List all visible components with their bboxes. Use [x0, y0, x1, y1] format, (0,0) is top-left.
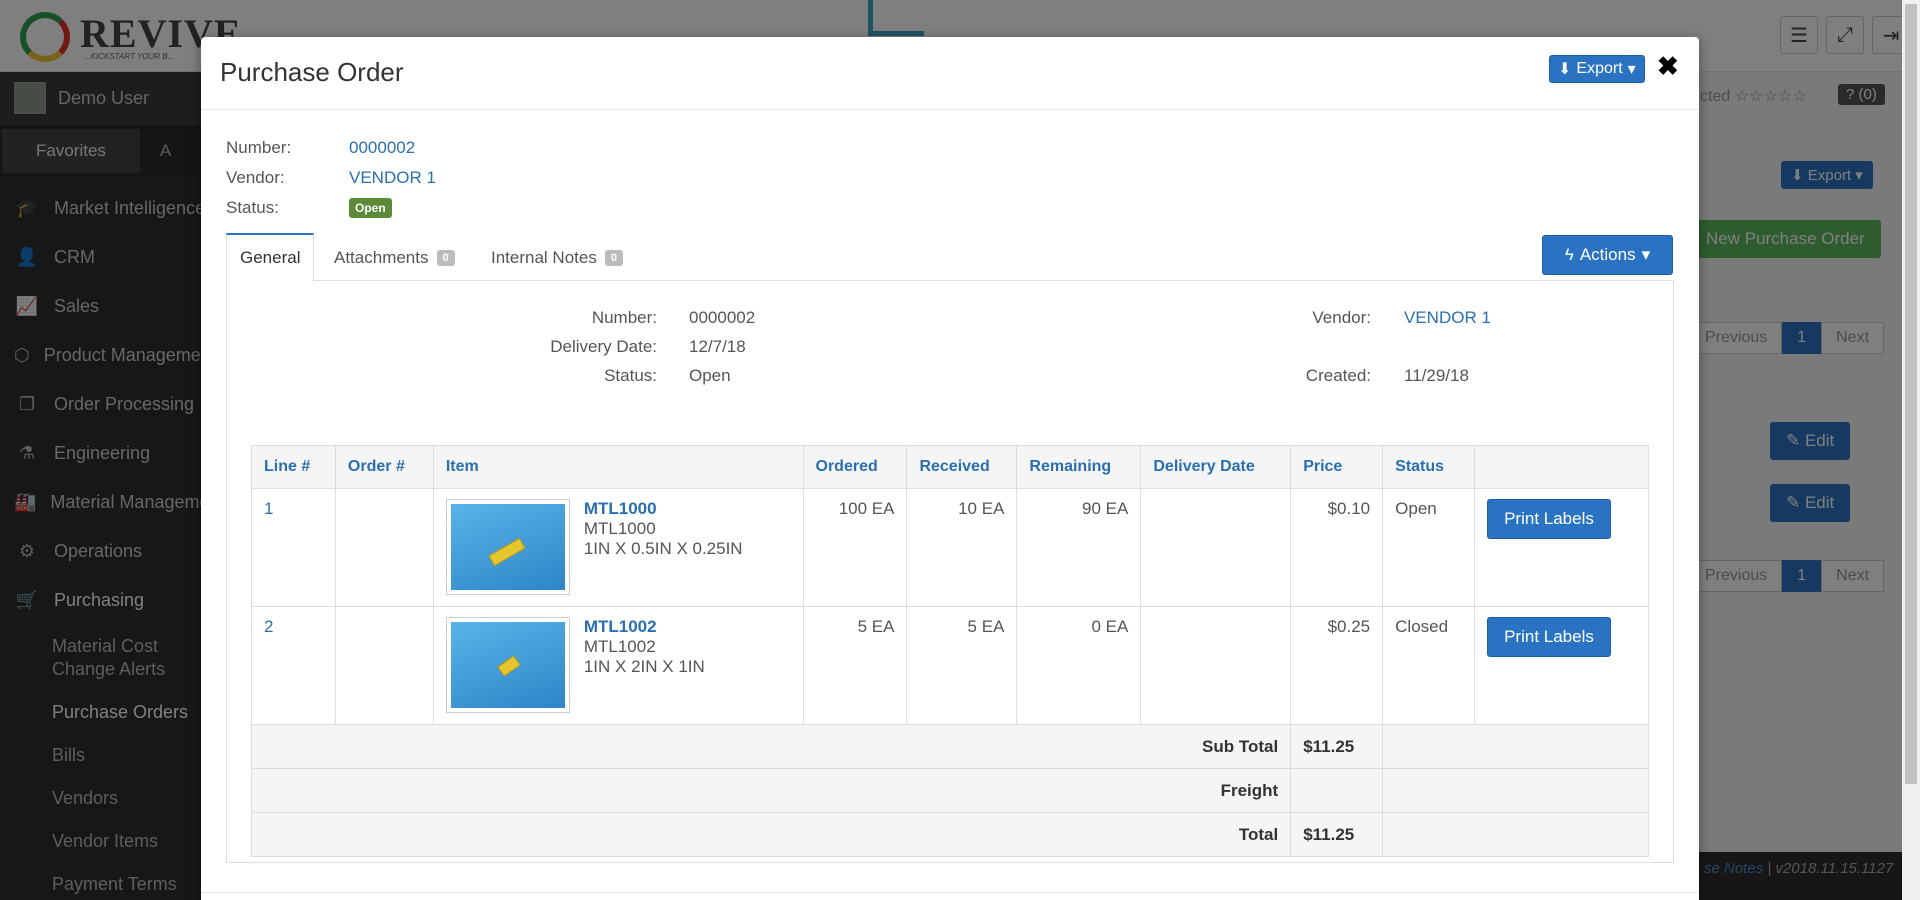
number-label: Number: — [226, 138, 292, 157]
line-status: Closed — [1382, 606, 1476, 725]
export-button[interactable]: ⬇ Export ▾ — [1549, 55, 1645, 83]
tab-label: Internal Notes — [491, 247, 597, 267]
item-cell: MTL1002 MTL1002 1IN X 2IN X 1IN — [432, 606, 804, 725]
received-qty: 10 EA — [906, 488, 1018, 607]
status-badge: Open — [349, 198, 392, 218]
line-status: Open — [1382, 488, 1476, 607]
item-thumbnail[interactable] — [445, 499, 570, 595]
col-actions — [1474, 445, 1649, 489]
tab-count-badge: 0 — [436, 249, 455, 266]
col-order[interactable]: Order # — [334, 445, 434, 489]
delivery-date — [1140, 606, 1292, 725]
table-row: 2 MTL1002 MTL1002 1IN X 2IN X 1IN 5 EA 5… — [251, 606, 1649, 725]
table-header-row: Line # Order # Item Ordered Received Rem… — [251, 445, 1649, 489]
actions-button[interactable]: ϟ Actions ▾ — [1542, 235, 1673, 275]
tab-label: Attachments — [334, 247, 429, 267]
detail-vendor-link[interactable]: VENDOR 1 — [1404, 308, 1491, 328]
order-number — [334, 606, 434, 725]
tab-count-badge: 0 — [604, 249, 623, 266]
export-label: Export — [1576, 60, 1623, 77]
item-dimensions: 1IN X 2IN X 1IN — [583, 657, 705, 676]
detail-status-value: Open — [689, 366, 731, 385]
freight-value — [1290, 768, 1384, 813]
item-thumbnail[interactable] — [445, 617, 570, 713]
subtotal-value: $11.25 — [1290, 724, 1384, 769]
price: $0.10 — [1290, 488, 1384, 607]
detail-status-label: Status: — [604, 366, 657, 385]
print-labels-button[interactable]: Print Labels — [1487, 499, 1611, 539]
tab-label: General — [240, 248, 301, 267]
scrollbar-thumb[interactable] — [1905, 4, 1917, 784]
total-value: $11.25 — [1290, 812, 1384, 857]
remaining-qty: 90 EA — [1016, 488, 1142, 607]
order-number — [334, 488, 434, 607]
remaining-qty: 0 EA — [1016, 606, 1142, 725]
col-ordered[interactable]: Ordered — [802, 445, 908, 489]
po-number-link[interactable]: 0000002 — [349, 138, 415, 158]
received-qty: 5 EA — [906, 606, 1018, 725]
line-number-link[interactable]: 2 — [251, 606, 336, 725]
item-cell: MTL1000 MTL1000 1IN X 0.5IN X 0.25IN — [432, 488, 804, 607]
col-line[interactable]: Line # — [251, 445, 336, 489]
ordered-qty: 100 EA — [802, 488, 908, 607]
item-sub-code: MTL1002 — [583, 637, 656, 656]
modal-header: Purchase Order ⬇ Export ▾ ✖ — [201, 37, 1699, 110]
po-summary: Number: 0000002 Vendor: VENDOR 1 Status: Op… — [226, 133, 436, 223]
download-icon: ⬇ — [1558, 61, 1572, 78]
col-item[interactable]: Item — [432, 445, 804, 489]
tab-attachments[interactable]: Attachments 0 — [334, 233, 455, 282]
tab-general[interactable]: General — [226, 233, 315, 282]
freight-label: Freight — [250, 768, 1292, 813]
purchase-order-modal: Purchase Order ⬇ Export ▾ ✖ Number: 00000… — [201, 37, 1699, 900]
vendor-label: Vendor: — [226, 168, 285, 187]
subtotal-label: Sub Total — [250, 724, 1292, 769]
modal-divider — [201, 892, 1699, 893]
col-remaining[interactable]: Remaining — [1016, 445, 1142, 489]
row-actions: Print Labels — [1474, 606, 1649, 725]
caret-down-icon: ▾ — [1641, 245, 1651, 264]
detail-vendor-label: Vendor: — [1312, 308, 1371, 327]
freight-row: Freight — [250, 768, 1649, 813]
total-label: Total — [250, 812, 1292, 857]
item-code-link[interactable]: MTL1000 — [584, 499, 743, 519]
line-items-table: Line # Order # Item Ordered Received Rem… — [250, 445, 1649, 857]
caret-down-icon: ▾ — [1627, 61, 1636, 78]
actions-label: Actions — [1579, 245, 1636, 264]
detail-number-value: 0000002 — [689, 308, 756, 327]
detail-created-label: Created: — [1305, 366, 1371, 385]
col-received[interactable]: Received — [906, 445, 1018, 489]
modal-tabs: General Attachments 0 Internal Notes 0 — [226, 233, 1674, 282]
vendor-link[interactable]: VENDOR 1 — [349, 168, 436, 188]
col-price[interactable]: Price — [1290, 445, 1384, 489]
subtotal-row: Sub Total $11.25 — [250, 724, 1649, 769]
item-sub-code: MTL1000 — [583, 519, 656, 538]
total-row: Total $11.25 — [250, 812, 1649, 857]
col-delivery-date[interactable]: Delivery Date — [1140, 445, 1292, 489]
bolt-icon: ϟ — [1564, 245, 1574, 264]
col-status[interactable]: Status — [1382, 445, 1476, 489]
detail-delivery-value: 12/7/18 — [689, 337, 746, 356]
close-icon[interactable]: ✖ — [1657, 53, 1679, 79]
item-code-link[interactable]: MTL1002 — [584, 617, 705, 637]
detail-delivery-label: Delivery Date: — [550, 337, 657, 356]
item-dimensions: 1IN X 0.5IN X 0.25IN — [583, 539, 743, 558]
table-row: 1 MTL1000 MTL1000 1IN X 0.5IN X 0.25IN 1… — [251, 488, 1649, 607]
scrollbar[interactable] — [1902, 0, 1920, 900]
row-actions: Print Labels — [1474, 488, 1649, 607]
ordered-qty: 5 EA — [802, 606, 908, 725]
delivery-date — [1140, 488, 1292, 607]
print-labels-button[interactable]: Print Labels — [1487, 617, 1611, 657]
status-label: Status: — [226, 198, 279, 217]
detail-number-label: Number: — [591, 308, 657, 327]
line-number-link[interactable]: 1 — [251, 488, 336, 607]
detail-created-value: 11/29/18 — [1404, 366, 1469, 385]
tab-internal-notes[interactable]: Internal Notes 0 — [491, 233, 623, 282]
modal-title: Purchase Order — [220, 57, 404, 87]
price: $0.25 — [1290, 606, 1384, 725]
